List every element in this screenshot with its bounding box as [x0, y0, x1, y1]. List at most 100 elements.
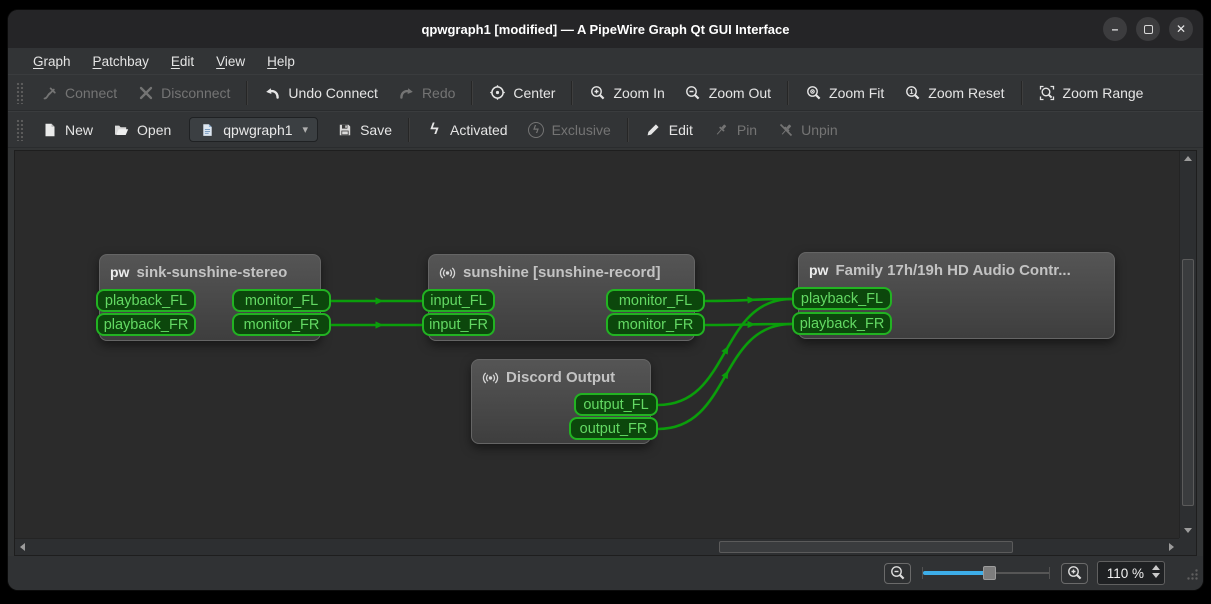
spinbox-arrows[interactable]: [1152, 565, 1160, 578]
save-button[interactable]: Save: [326, 116, 402, 143]
undo-connect-button[interactable]: Undo Connect: [254, 79, 388, 106]
vertical-scroll-thumb[interactable]: [1182, 259, 1194, 506]
spin-down-icon[interactable]: [1152, 573, 1160, 578]
unpin-icon: [777, 121, 794, 138]
zoom-fit-button[interactable]: Zoom Fit: [795, 79, 894, 106]
window-controls: – ✕: [1103, 17, 1193, 41]
edges-layer: [15, 151, 1179, 538]
resize-grip-icon[interactable]: [1186, 568, 1199, 586]
toolbar-button-label: Open: [137, 122, 171, 138]
vertical-scrollbar[interactable]: [1179, 151, 1196, 538]
horizontal-scroll-thumb[interactable]: [719, 541, 1013, 553]
spin-up-icon[interactable]: [1152, 565, 1160, 570]
node-header[interactable]: Discord Output: [472, 360, 650, 386]
port-discord-output-output_FR[interactable]: output_FR: [569, 417, 658, 440]
activated-icon: ϟ: [426, 121, 443, 138]
open-button[interactable]: Open: [103, 116, 181, 143]
port-sink-sunshine-stereo-monitor_FR[interactable]: monitor_FR: [232, 313, 331, 336]
new-icon: [41, 121, 58, 138]
node-title: sunshine [sunshine-record]: [463, 264, 661, 281]
menu-item-edit[interactable]: Edit: [160, 52, 205, 71]
menu-item-patchbay[interactable]: Patchbay: [82, 52, 160, 71]
toolbar-drag-handle[interactable]: [16, 82, 23, 104]
zoom-fit-icon: [805, 84, 822, 101]
toolbar-button-label: Save: [360, 122, 392, 138]
edit-button[interactable]: Edit: [635, 116, 703, 143]
port-family-hd-audio-playback_FR[interactable]: playback_FR: [792, 312, 892, 335]
zoom-reset-icon: 1: [904, 84, 921, 101]
toolbar-button-label: Edit: [669, 122, 693, 138]
toolbar-separator: [1021, 81, 1023, 105]
toolbar-separator: [471, 81, 473, 105]
menu-item-view[interactable]: View: [205, 52, 256, 71]
node-header[interactable]: pwFamily 17h/19h HD Audio Contr...: [799, 253, 1114, 279]
scroll-down-icon[interactable]: [1180, 523, 1196, 538]
center-button[interactable]: Center: [479, 79, 565, 106]
edge-arrow-icon: [376, 321, 384, 328]
zoom-out-button[interactable]: [884, 563, 911, 584]
port-discord-output-output_FL[interactable]: output_FL: [574, 393, 658, 416]
zoom-range-button[interactable]: Zoom Range: [1029, 79, 1154, 106]
pin-icon: [713, 121, 730, 138]
scroll-left-icon[interactable]: [15, 539, 30, 555]
close-icon[interactable]: ✕: [1169, 17, 1193, 41]
pin-button: Pin: [703, 116, 767, 143]
port-sunshine-input_FR[interactable]: input_FR: [422, 313, 495, 336]
zoom-in-icon: [589, 84, 606, 101]
node-header[interactable]: sunshine [sunshine-record]: [429, 255, 694, 281]
graph-viewport[interactable]: pwsink-sunshine-stereoplayback_FLplaybac…: [15, 151, 1179, 538]
node-title: Family 17h/19h HD Audio Contr...: [835, 262, 1070, 279]
new-button[interactable]: New: [31, 116, 103, 143]
combobox-value: qpwgraph1: [223, 122, 292, 138]
maximize-icon[interactable]: [1136, 17, 1160, 41]
toolbar-button-label: Undo Connect: [288, 85, 378, 101]
toolbar-button-label: Pin: [737, 122, 757, 138]
pipewire-icon: pw: [110, 264, 129, 281]
port-sink-sunshine-stereo-playback_FR[interactable]: playback_FR: [96, 313, 196, 336]
edge-arrow-icon: [747, 321, 755, 328]
toolbar-drag-handle[interactable]: [16, 119, 23, 141]
port-family-hd-audio-playback_FL[interactable]: playback_FL: [792, 287, 892, 310]
save-icon: [336, 121, 353, 138]
menu-item-graph[interactable]: Graph: [22, 52, 82, 71]
port-sunshine-monitor_FR[interactable]: monitor_FR: [606, 313, 705, 336]
unpin-button: Unpin: [767, 116, 848, 143]
menu-item-help[interactable]: Help: [256, 52, 306, 71]
exclusive-icon: ϟ: [528, 121, 545, 138]
redo-button: Redo: [388, 79, 465, 106]
horizontal-scrollbar[interactable]: [15, 538, 1179, 555]
zoom-in-icon: [1066, 565, 1083, 582]
zoom-reset-button[interactable]: 1 Zoom Reset: [894, 79, 1014, 106]
port-sunshine-input_FL[interactable]: input_FL: [422, 289, 495, 312]
activated-button[interactable]: ϟ Activated: [416, 116, 518, 143]
zoom-in-button[interactable]: [1061, 563, 1088, 584]
toolbar-main: ConnectDisconnectUndo ConnectRedoCenterZ…: [8, 74, 1203, 111]
graph-canvas[interactable]: pwsink-sunshine-stereoplayback_FLplaybac…: [14, 150, 1197, 556]
title-bar[interactable]: qpwgraph1 [modified] — A PipeWire Graph …: [8, 10, 1203, 48]
patchbay-file-combobox[interactable]: qpwgraph1 ▾: [189, 117, 318, 142]
zoom-percent-spinbox[interactable]: 110 %: [1097, 561, 1165, 585]
minimize-icon[interactable]: –: [1103, 17, 1127, 41]
port-sunshine-monitor_FL[interactable]: monitor_FL: [606, 289, 705, 312]
chevron-down-icon: ▾: [303, 123, 309, 136]
zoom-slider-handle[interactable]: [983, 566, 996, 580]
scroll-right-icon[interactable]: [1164, 539, 1179, 555]
node-title: sink-sunshine-stereo: [136, 264, 287, 281]
undo-icon: [264, 84, 281, 101]
scroll-up-icon[interactable]: [1180, 151, 1196, 166]
zoom-in-button[interactable]: Zoom In: [579, 79, 674, 106]
zoom-out-button[interactable]: Zoom Out: [675, 79, 781, 106]
toolbar-button-label: Zoom Reset: [928, 85, 1004, 101]
toolbar-button-label: Activated: [450, 122, 508, 138]
toolbar-button-label: Zoom In: [613, 85, 664, 101]
status-bar: 110 %: [8, 556, 1203, 590]
zoom-slider[interactable]: [920, 563, 1052, 583]
node-header[interactable]: pw sink-sunshine-stereo: [100, 255, 320, 281]
edit-icon: [645, 121, 662, 138]
port-sink-sunshine-stereo-playback_FL[interactable]: playback_FL: [96, 289, 196, 312]
port-sink-sunshine-stereo-monitor_FL[interactable]: monitor_FL: [232, 289, 331, 312]
toolbar-separator: [627, 118, 629, 142]
edge-arrow-icon: [747, 296, 755, 304]
broadcast-icon: [439, 265, 456, 281]
menu-bar: GraphPatchbayEditViewHelp: [8, 48, 1203, 74]
